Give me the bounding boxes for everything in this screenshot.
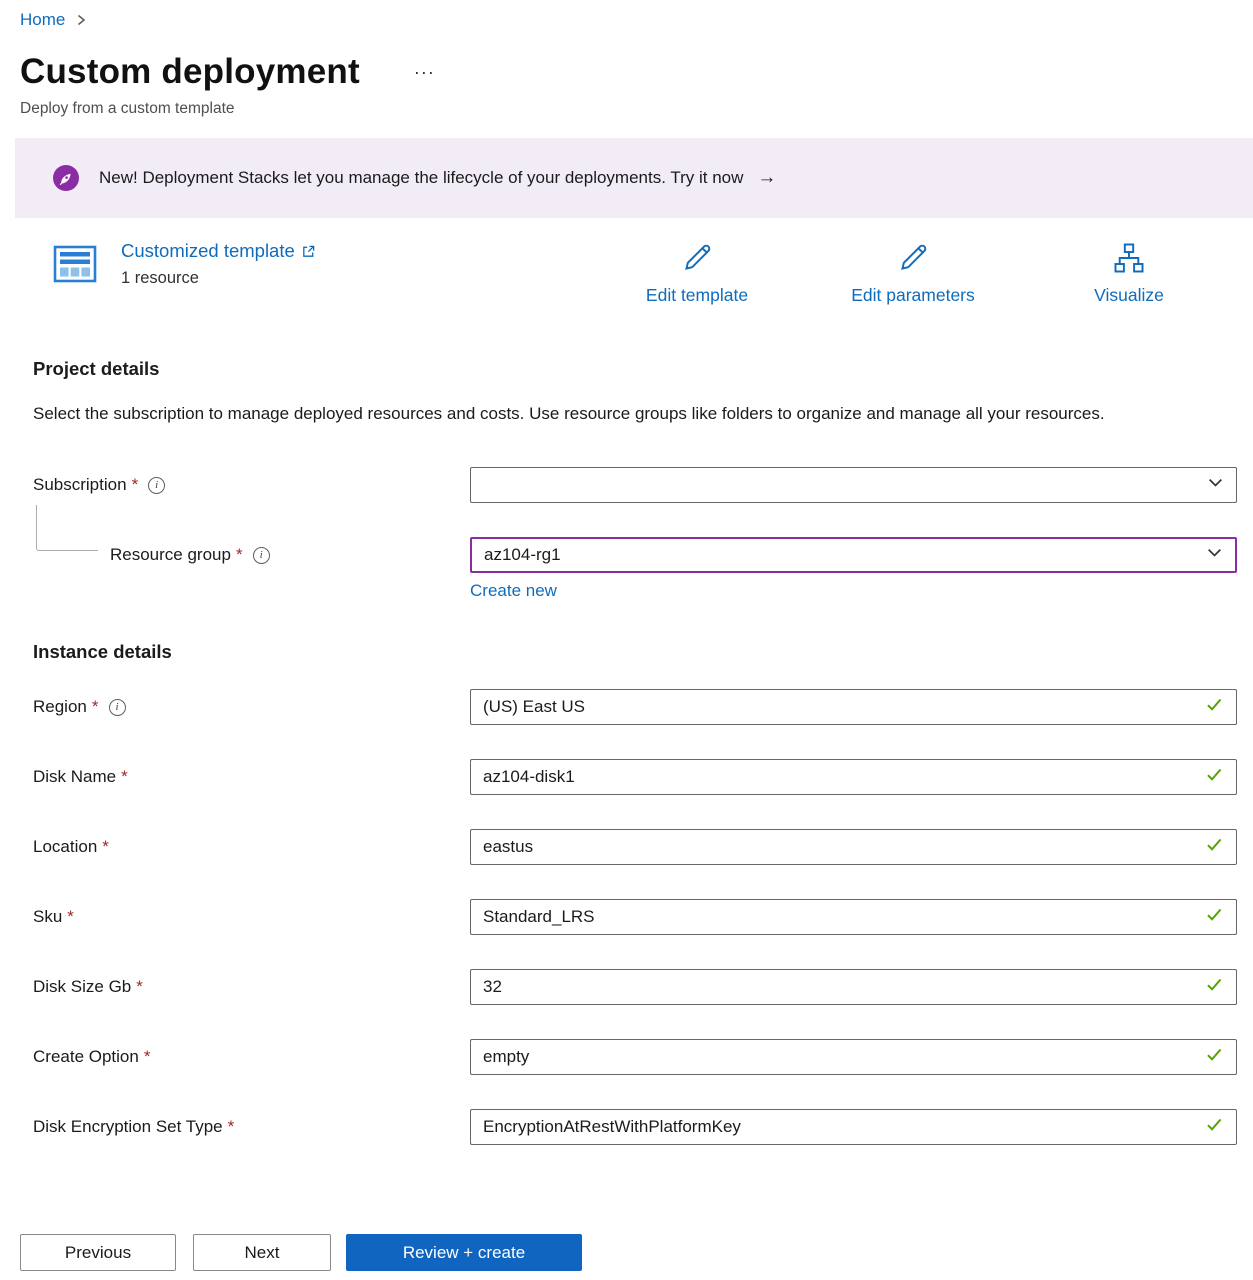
disk-encryption-set-type-row: Disk Encryption Set Type * [20,1109,1237,1145]
region-label: Region [33,697,87,717]
disk-encryption-set-type-input-box[interactable] [470,1109,1237,1145]
info-icon[interactable]: i [109,699,126,716]
location-input[interactable] [483,837,1205,857]
template-name-link[interactable]: Customized template [121,240,316,262]
instance-details-heading: Instance details [33,641,1237,663]
create-option-row: Create Option * [20,1039,1237,1075]
disk-encryption-set-type-label: Disk Encryption Set Type [33,1117,223,1137]
previous-button[interactable]: Previous [20,1234,176,1271]
info-icon[interactable]: i [148,477,165,494]
required-marker: * [102,837,109,857]
template-icon [51,240,99,288]
resource-group-label: Resource group [110,545,231,565]
create-new-link[interactable]: Create new [470,581,557,601]
disk-name-input[interactable] [483,767,1205,787]
sku-row: Sku * [20,899,1237,935]
connector-line [36,505,98,551]
required-marker: * [236,545,243,565]
valid-check-icon [1205,975,1224,999]
custom-deployment-page: Home Custom deployment ··· Deploy from a… [0,0,1253,1145]
next-button[interactable]: Next [193,1234,331,1271]
edit-parameters-button[interactable]: Edit parameters [805,240,1021,306]
sku-input[interactable] [483,907,1205,927]
org-chart-icon [1111,240,1147,276]
subscription-combobox[interactable] [470,467,1237,503]
required-marker: * [121,767,128,787]
required-marker: * [136,977,143,997]
template-resource-count: 1 resource [121,269,316,288]
valid-check-icon [1205,1045,1224,1069]
pencil-icon [679,240,715,276]
project-details-description: Select the subscription to manage deploy… [33,400,1183,427]
resource-group-row: Resource group * i [20,537,1237,573]
subscription-label: Subscription [33,475,127,495]
disk-size-input-box[interactable] [470,969,1237,1005]
more-options-button[interactable]: ··· [408,59,441,85]
region-input-box[interactable] [470,689,1237,725]
instance-details-form: Region * i Disk Name * [20,689,1237,1145]
sku-input-box[interactable] [470,899,1237,935]
region-input[interactable] [483,697,1205,717]
required-marker: * [132,475,139,495]
template-name-label: Customized template [121,240,295,262]
edit-template-label: Edit template [646,285,748,306]
visualize-button[interactable]: Visualize [1021,240,1237,306]
page-subtitle: Deploy from a custom template [20,100,1237,118]
breadcrumb-chevron-icon [75,13,87,27]
resource-group-combobox[interactable] [470,537,1237,573]
disk-size-row: Disk Size Gb * [20,969,1237,1005]
disk-name-label: Disk Name [33,767,116,787]
valid-check-icon [1205,905,1224,929]
resource-group-input[interactable] [484,545,1206,565]
disk-size-input[interactable] [483,977,1205,997]
valid-check-icon [1205,765,1224,789]
chevron-down-icon [1207,474,1224,496]
chevron-down-icon [1206,544,1223,566]
subscription-row: Subscription * i [20,467,1237,503]
disk-name-row: Disk Name * [20,759,1237,795]
location-label: Location [33,837,97,857]
breadcrumb: Home [20,10,1237,30]
location-input-box[interactable] [470,829,1237,865]
required-marker: * [228,1117,235,1137]
required-marker: * [92,697,99,717]
arrow-right-icon[interactable]: → [757,167,776,189]
create-option-input[interactable] [483,1047,1205,1067]
banner-text: New! Deployment Stacks let you manage th… [99,168,743,188]
location-row: Location * [20,829,1237,865]
pencil-icon [895,240,931,276]
edit-parameters-label: Edit parameters [851,285,975,306]
valid-check-icon [1205,695,1224,719]
edit-template-button[interactable]: Edit template [589,240,805,306]
valid-check-icon [1205,835,1224,859]
template-summary-row: Customized template 1 resource Edit temp… [20,240,1237,306]
disk-name-input-box[interactable] [470,759,1237,795]
project-details-form: Subscription * i Resource group * i [20,467,1237,601]
project-details-heading: Project details [33,358,1237,380]
disk-encryption-set-type-input[interactable] [483,1117,1205,1137]
disk-size-label: Disk Size Gb [33,977,131,997]
external-link-icon [301,244,316,259]
template-actions: Edit template Edit parameters Visualize [589,240,1237,306]
create-option-input-box[interactable] [470,1039,1237,1075]
visualize-label: Visualize [1094,285,1164,306]
rocket-icon [53,165,79,191]
info-icon[interactable]: i [253,547,270,564]
region-row: Region * i [20,689,1237,725]
valid-check-icon [1205,1115,1224,1139]
subscription-input[interactable] [483,475,1207,495]
required-marker: * [144,1047,151,1067]
page-title: Custom deployment [20,52,360,92]
announcement-banner: New! Deployment Stacks let you manage th… [15,138,1253,218]
required-marker: * [67,907,74,927]
create-option-label: Create Option [33,1047,139,1067]
breadcrumb-home-link[interactable]: Home [20,10,65,30]
footer-bar: Previous Next Review + create [0,1200,1253,1280]
review-create-button[interactable]: Review + create [346,1234,582,1271]
sku-label: Sku [33,907,62,927]
